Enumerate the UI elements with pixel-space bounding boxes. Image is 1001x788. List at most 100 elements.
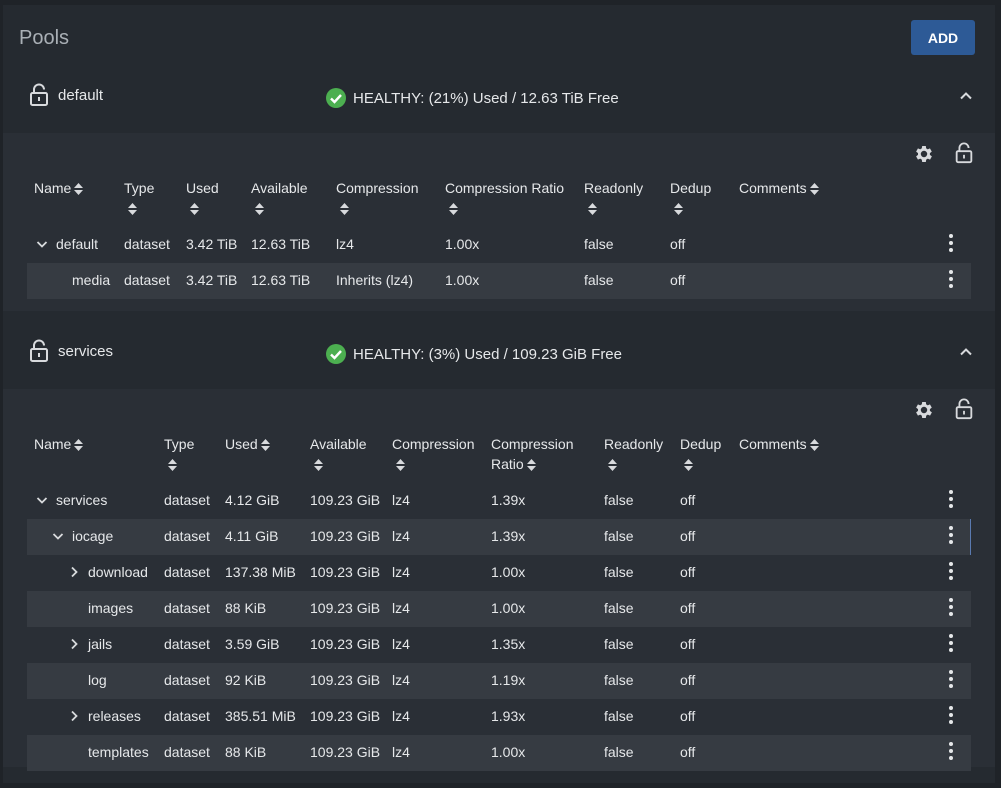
lock-open-icon[interactable] [29,83,49,107]
pool-header-services[interactable]: services HEALTHY: (3%) Used / 109.23 GiB… [3,326,995,382]
col-header-type[interactable]: Type [164,434,194,474]
cell-used: 385.51 MiB [225,708,296,724]
cell-type: dataset [164,564,210,580]
table-row[interactable]: jails dataset 3.59 GiB 109.23 GiB lz4 1.35x fa… [27,627,971,663]
col-header-comments[interactable]: Comments [739,434,819,454]
sort-icon[interactable] [190,203,199,216]
col-header-dedup[interactable]: Dedup [670,178,711,218]
lock-open-icon[interactable] [29,339,49,363]
chevron-down-icon[interactable] [36,238,48,250]
cell-dedup: off [680,672,696,688]
col-header-comments[interactable]: Comments [739,178,819,198]
cell-readonly: false [604,564,634,580]
sort-icon[interactable] [396,459,405,472]
table-row[interactable]: iocage dataset 4.11 GiB 109.23 GiB lz4 1.39x f… [27,519,971,555]
col-header-name[interactable]: Name [34,434,84,454]
col-header-compression[interactable]: Compression [392,434,474,474]
chevron-right-icon[interactable] [68,566,80,578]
sort-icon[interactable] [74,183,84,196]
gear-icon[interactable] [913,399,935,421]
col-header-available[interactable]: Available [251,178,308,218]
chevron-down-icon[interactable] [52,530,64,542]
sort-icon[interactable] [128,203,137,216]
more-vert-icon[interactable] [946,633,956,653]
cell-available: 109.23 GiB [310,492,381,508]
more-vert-icon[interactable] [946,489,956,509]
chevron-up-icon[interactable] [958,344,974,360]
col-header-name[interactable]: Name [34,178,84,198]
col-header-dedup[interactable]: Dedup [680,434,721,474]
lock-open-icon[interactable] [953,398,975,420]
page-title: Pools [19,27,70,49]
table-row[interactable]: templates dataset 88 KiB 109.23 GiB lz4 1.00x… [27,735,971,771]
add-pool-button[interactable]: ADD [911,20,975,55]
sort-icon[interactable] [255,203,264,216]
cell-name: default [56,236,99,252]
col-header-type[interactable]: Type [124,178,154,218]
col-header-readonly[interactable]: Readonly [584,178,643,218]
table-row[interactable]: services dataset 4.12 GiB 109.23 GiB lz4 1.39… [27,483,971,519]
cell-used: 88 KiB [225,600,267,616]
more-vert-icon[interactable] [946,233,956,253]
cell-name: templates [88,744,149,760]
pool-status-text: HEALTHY: (21%) Used / 12.63 TiB Free [353,89,619,107]
sort-icon[interactable] [674,203,683,216]
cell-readonly: false [604,744,634,760]
sort-icon[interactable] [340,203,349,216]
pool-status: HEALTHY: (21%) Used / 12.63 TiB Free [325,87,619,109]
cell-compression: lz4 [392,528,410,544]
col-header-compression-ratio[interactable]: Compression Ratio [491,434,573,474]
chevron-right-icon[interactable] [68,710,80,722]
sort-icon[interactable] [684,459,693,472]
more-vert-icon[interactable] [946,741,956,761]
lock-open-icon[interactable] [953,142,975,164]
table-row[interactable]: log dataset 92 KiB 109.23 GiB lz4 1.19x false o… [27,663,971,699]
col-header-used[interactable]: Used [186,178,219,218]
sort-icon[interactable] [449,203,458,216]
table-row[interactable]: images dataset 88 KiB 109.23 GiB lz4 1.00x fal… [27,591,971,627]
cell-type: dataset [124,236,170,252]
cell-compression: lz4 [392,672,410,688]
pool-header-default[interactable]: default HEALTHY: (21%) Used / 12.63 TiB … [3,70,995,126]
cell-available: 12.63 TiB [251,272,311,288]
cell-ratio: 1.35x [491,636,526,652]
chevron-down-icon[interactable] [36,494,48,506]
sort-icon[interactable] [260,439,270,452]
table-row[interactable]: download dataset 137.38 MiB 109.23 GiB lz4 1.… [27,555,971,591]
col-header-readonly[interactable]: Readonly [604,434,663,474]
table-row[interactable]: default dataset 3.42 TiB 12.63 TiB lz4 1… [27,227,971,263]
cell-used: 4.11 GiB [225,528,279,544]
sort-icon[interactable] [74,439,84,452]
sort-icon[interactable] [314,459,323,472]
cell-available: 109.23 GiB [310,636,381,652]
sort-icon[interactable] [809,183,819,196]
more-vert-icon[interactable] [946,705,956,725]
cell-available: 12.63 TiB [251,236,311,252]
cell-readonly: false [604,708,634,724]
table-row[interactable]: media dataset 3.42 TiB 12.63 TiB Inherit… [27,263,971,299]
sort-icon[interactable] [809,439,819,452]
sort-icon[interactable] [588,203,597,216]
col-header-compression[interactable]: Compression [336,178,418,218]
cell-name: media [72,272,111,288]
cell-type: dataset [124,272,170,288]
more-vert-icon[interactable] [946,561,956,581]
sort-icon[interactable] [608,459,617,472]
more-vert-icon[interactable] [946,597,956,617]
cell-name: log [88,672,107,688]
chevron-up-icon[interactable] [958,88,974,104]
more-vert-icon[interactable] [946,525,956,545]
chevron-right-icon[interactable] [68,638,80,650]
more-vert-icon[interactable] [946,269,956,289]
gear-icon[interactable] [913,143,935,165]
cell-dedup: off [670,236,686,252]
sort-icon[interactable] [168,459,177,472]
cell-readonly: false [604,672,634,688]
more-vert-icon[interactable] [946,669,956,689]
col-header-compression-ratio[interactable]: Compression Ratio [445,178,564,218]
sort-icon[interactable] [526,459,536,472]
table-row[interactable]: releases dataset 385.51 MiB 109.23 GiB lz4 1.… [27,699,971,735]
col-header-available[interactable]: Available [310,434,367,474]
col-header-used[interactable]: Used [225,434,270,454]
cell-available: 109.23 GiB [310,528,381,544]
